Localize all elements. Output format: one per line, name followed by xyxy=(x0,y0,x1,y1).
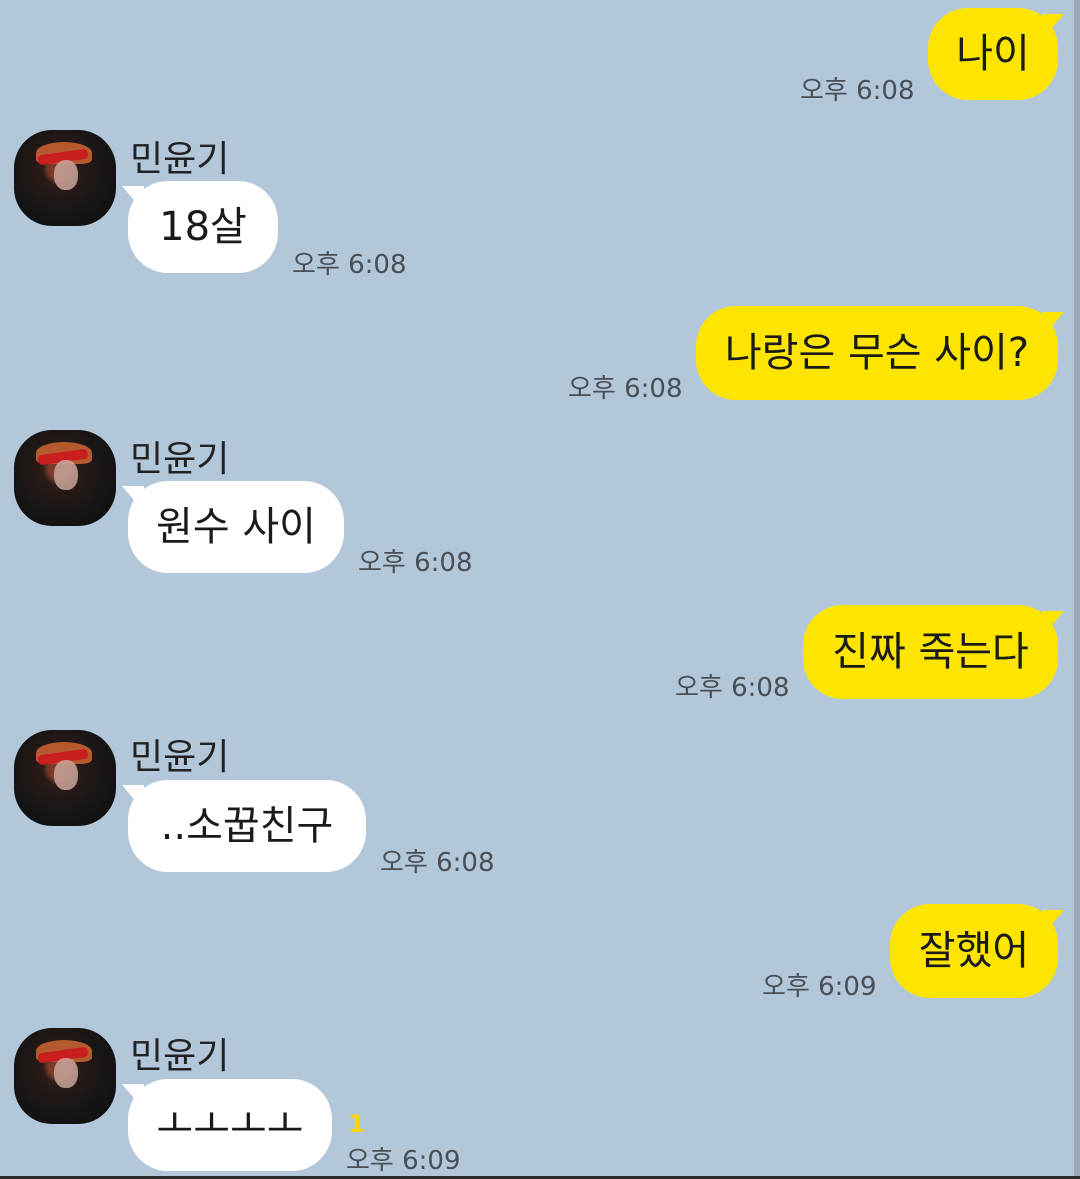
incoming-message-bubble[interactable]: ㅗㅗㅗㅗ xyxy=(128,1079,332,1171)
outgoing-message-bubble[interactable]: 나이 xyxy=(928,8,1058,100)
sender-avatar[interactable] xyxy=(14,730,116,826)
bubble-tail xyxy=(1042,910,1064,936)
sender-name: 민윤기 xyxy=(130,737,230,778)
message-time: 오후 6:08 xyxy=(800,76,915,106)
incoming-message-bubble[interactable]: 18살 xyxy=(128,181,278,273)
message-time: 오후 6:08 xyxy=(675,673,790,703)
bubble-tail xyxy=(1042,611,1064,637)
scrollbar-track[interactable] xyxy=(1074,0,1080,1179)
outgoing-message-bubble[interactable]: 잘했어 xyxy=(890,904,1058,998)
sender-name: 민윤기 xyxy=(130,1036,230,1077)
sender-avatar[interactable] xyxy=(14,430,116,526)
message-time: 오후 6:09 xyxy=(762,972,877,1002)
sender-avatar[interactable] xyxy=(14,1028,116,1124)
message-time: 오후 6:08 xyxy=(380,848,495,878)
message-time: 오후 6:08 xyxy=(292,250,407,280)
message-time: 오후 6:08 xyxy=(358,548,473,578)
sender-name: 민윤기 xyxy=(130,439,230,480)
bubble-tail xyxy=(1042,14,1064,40)
unread-count: 1 xyxy=(348,1110,365,1138)
sender-name: 민윤기 xyxy=(130,139,230,180)
incoming-message-bubble[interactable]: 원수 사이 xyxy=(128,481,344,573)
bubble-tail xyxy=(1042,312,1064,338)
sender-avatar[interactable] xyxy=(14,130,116,226)
chat-area[interactable]: 오후 6:08 나이 민윤기 18살 오후 6:08 오후 6:08 나랑은 무… xyxy=(0,0,1080,1179)
outgoing-message-bubble[interactable]: 나랑은 무슨 사이? xyxy=(696,306,1058,400)
outgoing-message-bubble[interactable]: 진짜 죽는다 xyxy=(803,605,1058,699)
message-time: 오후 6:09 xyxy=(346,1146,461,1176)
incoming-message-bubble[interactable]: ..소꿉친구 xyxy=(128,780,366,872)
message-time: 오후 6:08 xyxy=(568,374,683,404)
